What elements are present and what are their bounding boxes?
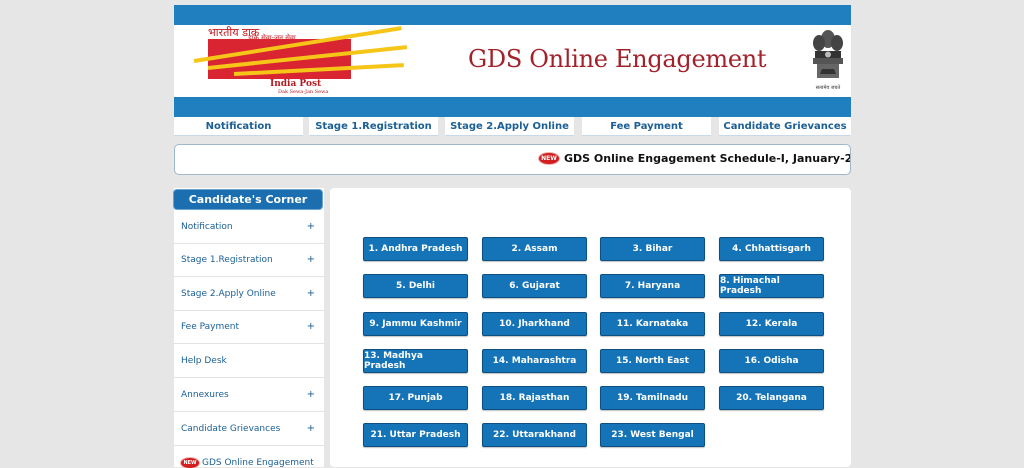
state-button[interactable]: 6. Gujarat	[482, 274, 587, 298]
page-title: GDS Online Engagement	[468, 45, 767, 73]
sidebar-item-notification[interactable]: Notification +	[174, 211, 324, 244]
sidebar-item-label: Help Desk	[181, 356, 227, 366]
lion-capital-icon	[813, 30, 843, 78]
state-button[interactable]: 20. Telangana	[719, 386, 824, 410]
page: भारतीय डाक डाक सेवा-जन सेवा India Post D…	[174, 0, 851, 468]
news-marquee[interactable]: NEW GDS Online Engagement Schedule-I, Ja…	[174, 144, 851, 175]
sidebar-item-label: Candidate Grievances	[181, 424, 281, 434]
header-top-strip	[174, 5, 851, 25]
india-post-logo[interactable]: भारतीय डाक डाक सेवा-जन सेवा India Post D…	[174, 25, 414, 97]
state-button[interactable]: 17. Punjab	[363, 386, 468, 410]
state-button[interactable]: 21. Uttar Pradesh	[363, 423, 468, 447]
new-badge-icon: NEW	[539, 153, 559, 164]
main-nav: Notification Stage 1.Registration Stage …	[174, 117, 851, 137]
state-button[interactable]: 11. Karnataka	[600, 312, 705, 336]
state-button[interactable]: 13. Madhya Pradesh	[363, 349, 468, 373]
state-button[interactable]: 15. North East	[600, 349, 705, 373]
state-button[interactable]: 9. Jammu Kashmir	[363, 312, 468, 336]
sidebar-item-label: Annexures	[181, 390, 229, 400]
state-button[interactable]: 5. Delhi	[363, 274, 468, 298]
expand-plus-icon[interactable]: +	[307, 321, 315, 332]
state-button[interactable]: 4. Chhattisgarh	[719, 237, 824, 261]
state-button[interactable]: 8. Himachal Pradesh	[719, 274, 824, 298]
state-button[interactable]: 1. Andhra Pradesh	[363, 237, 468, 261]
national-emblem-icon: सत्यमेव जयते	[808, 25, 848, 97]
expand-plus-icon[interactable]: +	[307, 389, 315, 400]
state-button[interactable]: 16. Odisha	[719, 349, 824, 373]
state-button[interactable]: 23. West Bengal	[600, 423, 705, 447]
sidebar-title: Candidate's Corner	[174, 190, 322, 209]
state-button[interactable]: 7. Haryana	[600, 274, 705, 298]
header-bottom-strip	[174, 97, 851, 117]
sidebar-item-fee-payment[interactable]: Fee Payment +	[174, 311, 324, 344]
logo-india-post-text: India Post	[270, 79, 322, 89]
sidebar-item-stage2-apply-online[interactable]: Stage 2.Apply Online +	[174, 278, 324, 311]
candidates-corner-sidebar: Candidate's Corner Notification + Stage …	[174, 188, 324, 468]
state-button[interactable]: 3. Bihar	[600, 237, 705, 261]
header: भारतीय डाक डाक सेवा-जन सेवा India Post D…	[174, 25, 851, 97]
nav-candidate-grievances[interactable]: Candidate Grievances	[719, 117, 851, 136]
nav-stage2-apply-online[interactable]: Stage 2.Apply Online	[445, 117, 574, 136]
sidebar-item-label: Fee Payment	[181, 322, 240, 332]
expand-plus-icon[interactable]: +	[307, 254, 315, 265]
nav-notification[interactable]: Notification	[174, 117, 303, 136]
state-selection-panel: 1. Andhra Pradesh 2. Assam 3. Bihar 4. C…	[330, 188, 851, 467]
expand-plus-icon[interactable]: +	[307, 423, 315, 434]
state-button[interactable]: 22. Uttarakhand	[482, 423, 587, 447]
expand-plus-icon[interactable]: +	[307, 288, 315, 299]
marquee-content: NEW GDS Online Engagement Schedule-I, Ja…	[539, 152, 850, 165]
expand-plus-icon[interactable]: +	[307, 221, 315, 232]
sidebar-item-label: Stage 1.Registration	[181, 255, 273, 265]
sidebar-item-label: Stage 2.Apply Online	[181, 289, 276, 299]
sidebar-item-stage1-registration[interactable]: Stage 1.Registration +	[174, 244, 324, 277]
sidebar-item-annexures[interactable]: Annexures +	[174, 379, 324, 412]
logo-tagline: Dak Sewa-Jan Sewa	[278, 89, 329, 95]
state-button[interactable]: 19. Tamilnadu	[600, 386, 705, 410]
state-button[interactable]: 12. Kerala	[719, 312, 824, 336]
sidebar-item-help-desk[interactable]: Help Desk	[174, 345, 324, 378]
sidebar-item-candidate-grievances[interactable]: Candidate Grievances +	[174, 413, 324, 446]
state-button[interactable]: 18. Rajasthan	[482, 386, 587, 410]
state-button[interactable]: 14. Maharashtra	[482, 349, 587, 373]
state-button[interactable]: 2. Assam	[482, 237, 587, 261]
nav-fee-payment[interactable]: Fee Payment	[582, 117, 711, 136]
sidebar-item-label: Notification	[181, 222, 233, 232]
state-button[interactable]: 10. Jharkhand	[482, 312, 587, 336]
marquee-text[interactable]: GDS Online Engagement Schedule-I, Januar…	[564, 152, 850, 165]
nav-stage1-registration[interactable]: Stage 1.Registration	[309, 117, 438, 136]
emblem-caption: सत्यमेव जयते	[815, 85, 841, 91]
